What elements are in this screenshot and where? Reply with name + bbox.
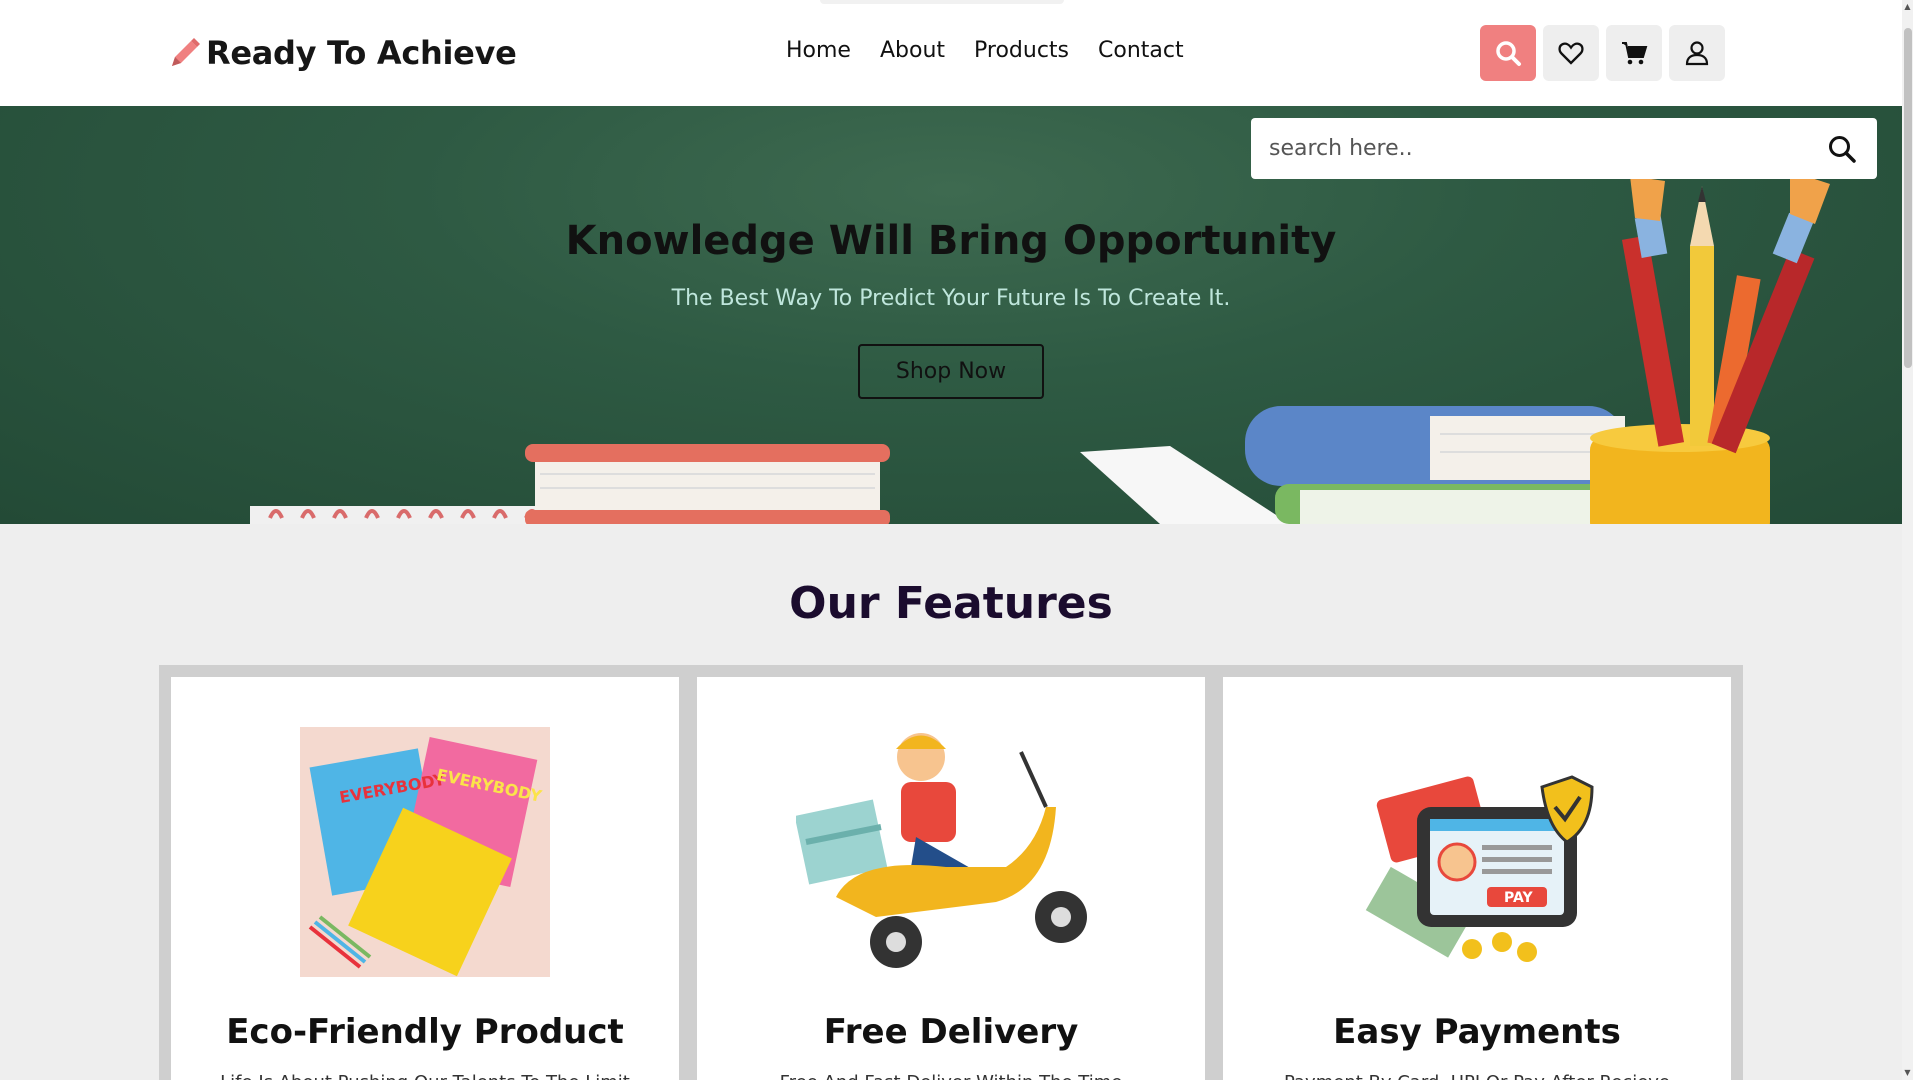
feature-text: Life Is About Pushing Our Talents To The… <box>171 1072 679 1080</box>
site-header: Ready To Achieve Home About Products Con… <box>0 0 1902 106</box>
svg-text:PAY: PAY <box>1504 890 1533 906</box>
features-list: EVERYBODY EVERYBODY Eco-Friendly Product… <box>159 665 1743 1080</box>
search-input[interactable] <box>1269 136 1825 161</box>
nav-products[interactable]: Products <box>974 38 1069 63</box>
search-toggle-button[interactable] <box>1480 25 1536 81</box>
page-scrollbar[interactable]: ▲ ▼ <box>1902 0 1913 1080</box>
heart-icon <box>1558 42 1584 65</box>
wishlist-button[interactable] <box>1543 25 1599 81</box>
delivery-scooter-image <box>796 733 1087 968</box>
hero-banner <box>0 106 1902 524</box>
pencil-icon <box>172 38 200 66</box>
hero-subtitle: The Best Way To Predict Your Future Is T… <box>671 286 1231 311</box>
scroll-down-arrow[interactable]: ▼ <box>1903 1068 1912 1078</box>
scroll-up-arrow[interactable]: ▲ <box>1903 2 1912 12</box>
header-actions <box>1480 25 1725 81</box>
features-heading: Our Features <box>789 578 1113 629</box>
nav-home[interactable]: Home <box>786 38 851 63</box>
brand-logo[interactable]: Ready To Achieve <box>168 34 517 72</box>
scroll-thumb[interactable] <box>1904 28 1912 368</box>
account-button[interactable] <box>1669 25 1725 81</box>
feature-title: Eco-Friendly Product <box>226 1012 624 1052</box>
user-icon <box>1685 41 1709 66</box>
search-icon <box>1496 41 1521 66</box>
search-bar <box>1251 118 1877 179</box>
feature-title: Free Delivery <box>823 1012 1079 1052</box>
cart-icon <box>1622 42 1648 65</box>
search-submit-button[interactable] <box>1825 132 1859 166</box>
cart-button[interactable] <box>1606 25 1662 81</box>
main-nav: Home About Products Contact <box>786 38 1184 63</box>
nav-about[interactable]: About <box>880 38 945 63</box>
feature-card-eco: EVERYBODY EVERYBODY Eco-Friendly Product… <box>171 677 679 1080</box>
search-icon <box>1829 135 1856 163</box>
feature-card-payments: PAY Easy Payments Payment By Card, UPI O… <box>1223 677 1731 1080</box>
top-indicator <box>820 0 1064 4</box>
feature-title: Easy Payments <box>1333 1012 1621 1052</box>
feature-text: Payment By Card, UPI Or Pay After Reciev… <box>1223 1072 1731 1080</box>
books-image: EVERYBODY EVERYBODY <box>300 727 550 977</box>
brand-name: Ready To Achieve <box>206 34 517 72</box>
hero-title: Knowledge Will Bring Opportunity <box>565 218 1337 264</box>
payment-card-image: PAY <box>1365 775 1594 962</box>
nav-contact[interactable]: Contact <box>1098 38 1184 63</box>
feature-card-delivery: Free Delivery Free And Fast Deliver With… <box>697 677 1205 1080</box>
shop-now-button[interactable]: Shop Now <box>858 344 1044 399</box>
feature-text: Free And Fast Deliver Within The Time <box>697 1072 1205 1080</box>
